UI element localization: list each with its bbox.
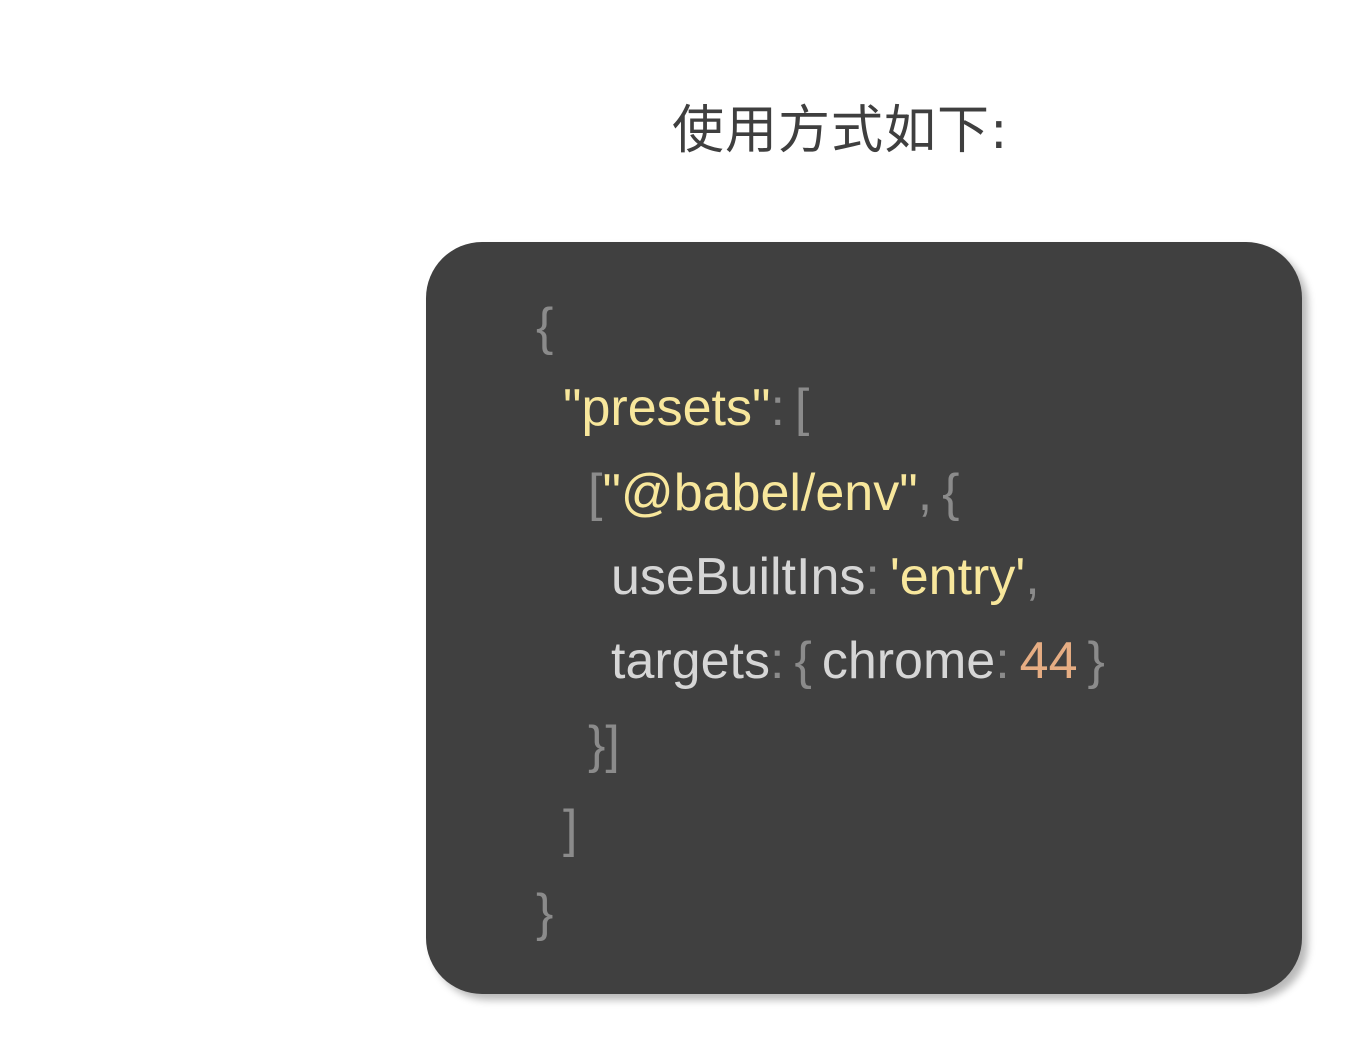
close-brace: } — [1087, 632, 1105, 690]
open-brace: { — [794, 632, 812, 690]
code-block: { "presets":[ ["@babel/env",{ useBuiltIn… — [426, 242, 1302, 994]
presets-key: "presets" — [563, 379, 771, 437]
close-bracket: ] — [563, 800, 578, 858]
code-line-3: ["@babel/env",{ — [588, 458, 960, 528]
preset-name: "@babel/env" — [602, 464, 918, 522]
option-key: useBuiltIns — [611, 548, 866, 606]
code-line-6: }] — [588, 710, 620, 780]
colon: : — [995, 632, 1010, 690]
open-bracket: [ — [794, 379, 810, 437]
code-line-7: ] — [563, 794, 577, 864]
page-title: 使用方式如下: — [672, 101, 1009, 161]
colon: : — [770, 379, 785, 437]
colon: : — [865, 548, 880, 606]
slide: 使用方式如下: { "presets":[ ["@babel/env",{ us… — [0, 0, 1354, 1058]
colon: : — [769, 632, 785, 690]
chrome-version: 44 — [1019, 632, 1078, 690]
comma: , — [1025, 548, 1040, 606]
close-brace-bracket: }] — [588, 716, 620, 774]
option-value: 'entry' — [889, 548, 1026, 606]
targets-key: targets — [611, 632, 770, 690]
code-line-5: targets:{chrome: 44} — [611, 626, 1105, 696]
comma: , — [917, 464, 933, 522]
code-line-4: useBuiltIns:'entry', — [611, 542, 1040, 612]
open-brace: { — [536, 298, 554, 356]
code-line-8: } — [536, 878, 553, 948]
close-brace: } — [536, 884, 554, 942]
chrome-key: chrome — [821, 632, 996, 690]
open-brace: { — [942, 464, 960, 522]
code-line-2: "presets":[ — [563, 373, 809, 443]
open-bracket: [ — [588, 464, 603, 522]
code-line-1: { — [536, 292, 553, 362]
